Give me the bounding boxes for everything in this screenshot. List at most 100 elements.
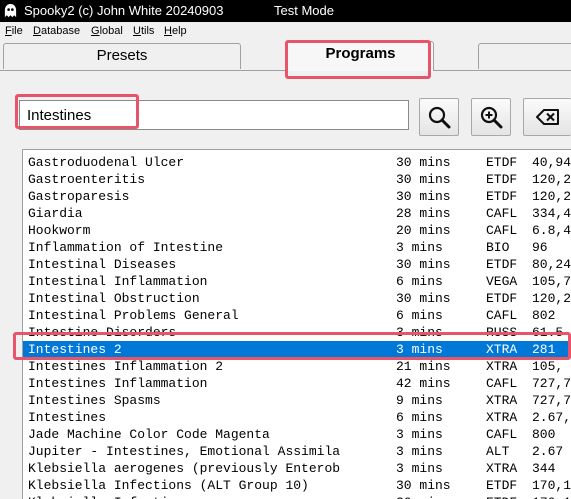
program-row[interactable]: Intestinal Problems General 6 mins CAFL 802 [23,307,571,324]
program-value: 2.67, [532,410,571,425]
title-bar: Spooky2 (c) John White 20240903 Test Mod… [0,0,571,22]
program-duration: 3 mins [396,240,443,255]
program-row[interactable]: Intestines 6 mins XTRA 2.67, [23,409,571,426]
menu-global-rest: lobal [99,25,123,37]
program-name: Jade Machine Color Code Magenta [28,427,270,442]
program-name: Klebsiella aerogenes (previously Enterob [28,461,341,476]
program-name: Hookworm [28,223,91,238]
menu-global-accel: G [91,25,100,37]
program-duration: 3 mins [396,444,443,459]
program-value: 170,1 [532,494,571,499]
menu-database-accel: D [33,25,41,37]
program-type: XTRA [486,342,518,357]
menu-file-rest: ile [11,25,23,37]
program-row[interactable]: Giardia 28 mins CAFL 334,4 [23,205,571,222]
program-duration: 3 mins [396,342,443,357]
program-row[interactable]: Intestines Spasms 9 mins XTRA 727,7 [23,392,571,409]
program-duration: 28 mins [396,206,451,221]
program-type: ETDF [486,257,518,272]
menu-utils[interactable]: Utils [133,25,154,37]
program-value: 105,7 [532,274,571,289]
menu-utils-accel: U [133,25,141,37]
program-duration: 9 mins [396,393,443,408]
program-row[interactable]: Gastroparesis 30 mins ETDF 120,2 [23,188,571,205]
program-duration: 30 mins [396,189,451,204]
program-row[interactable]: Klebsiella aerogenes (previously Enterob… [23,460,571,477]
menu-utils-rest: tils [140,25,155,37]
program-row[interactable]: Gastroenteritis 30 mins ETDF 120,2 [23,171,571,188]
program-duration: 30 mins [396,478,451,493]
program-name: Intestine Disorders [28,325,177,340]
program-name: Intestines 2 [28,342,122,357]
program-duration: 42 mins [396,376,451,391]
program-type: ETDF [486,189,518,204]
program-type: ETDF [486,172,518,187]
program-row[interactable]: Intestine Disorders 3 mins RUSS 61.5 [23,324,571,341]
program-type: ETDF [486,155,518,170]
program-value: 80,24 [532,257,571,272]
program-type: ALT [486,444,510,459]
program-duration: 3 mins [396,461,443,476]
program-row[interactable]: Intestinal Inflammation 6 mins VEGA 105,7 [23,273,571,290]
program-list[interactable]: Gastroduodenal Ulcer 30 mins ETDF 40,94 Gast… [22,149,571,499]
program-row[interactable]: Gastroduodenal Ulcer 30 mins ETDF 40,94 [23,154,571,171]
tab-bar: Presets Programs [0,41,571,71]
program-name: Inflammation of Intestine [28,240,224,255]
program-name: Intestines Spasms [28,393,161,408]
program-value: 120,2 [532,189,571,204]
program-duration: 6 mins [396,308,443,323]
program-duration: 6 mins [396,274,443,289]
program-value: 120,2 [532,291,571,306]
menu-help-rest: elp [171,25,187,37]
program-row[interactable]: Intestinal Obstruction 30 mins ETDF 120,2 [23,290,571,307]
program-row[interactable]: Klebsiella Infections 30 mins ETDF170,1 [23,494,571,499]
menu-file-accel: F [5,25,12,37]
program-row[interactable]: Inflammation of Intestine 3 mins BIO 96 [23,239,571,256]
program-value: 727,7 [532,393,571,408]
program-row[interactable]: Intestinal Diseases 30 mins ETDF 80,24 [23,256,571,273]
program-row[interactable]: Jupiter - Intestines, Emotional Assimila… [23,443,571,460]
program-row[interactable]: Intestines Inflammation 2 21 mins XTRA 105, [23,358,571,375]
search-input[interactable] [19,100,409,130]
program-name: Intestinal Problems General [28,308,239,323]
program-value: 2.67 [532,444,564,459]
program-value: 170,1 [532,478,571,493]
program-row[interactable]: Klebsiella Infections (ALT Group 10) 30 m… [23,477,571,494]
program-name: Intestinal Obstruction [28,291,200,306]
program-duration: 30 mins [396,155,451,170]
program-duration: 3 mins [396,427,443,442]
program-name: Intestines [28,410,107,425]
tab-programs[interactable]: Programs [287,41,434,71]
program-name: Giardia [28,206,83,221]
tab-presets[interactable]: Presets [3,43,241,69]
spooky-app-icon [4,3,17,18]
program-type: ETDF [486,291,518,306]
program-type: VEGA [486,274,518,289]
search-icon [428,106,451,129]
program-duration: 21 mins [396,359,451,374]
program-duration: 30 mins [396,291,451,306]
program-name: Intestines Inflammation 2 [28,359,224,374]
zoom-in-button[interactable] [471,98,511,136]
program-name: Klebsiella Infections (ALT Group 10) [28,478,309,493]
menu-help[interactable]: Help [164,25,187,37]
backspace-icon [535,109,559,125]
menu-global[interactable]: Global [91,25,123,37]
menu-database[interactable]: Database [33,25,80,37]
program-type: XTRA [486,359,518,374]
search-button[interactable] [419,98,459,136]
program-value: 96 [532,240,548,255]
program-row[interactable]: Intestines Inflammation 42 mins CAFL 727,7 [23,375,571,392]
menu-file[interactable]: File [5,25,23,37]
program-row[interactable]: Hookworm 20 mins CAFL 6.8,4 [23,222,571,239]
program-row[interactable]: Intestines 2 3 mins XTRA 281 [23,341,571,358]
program-type: CAFL [486,427,518,442]
program-value: 802 [532,308,556,323]
program-type: CAFL [486,376,518,391]
tab-next[interactable] [478,43,571,69]
program-name: Jupiter - Intestines, Emotional Assimila [28,444,341,459]
program-row[interactable]: Jade Machine Color Code Magenta 3 mins CAF… [23,426,571,443]
program-duration: 30 mins [396,172,451,187]
clear-button[interactable] [523,98,571,136]
program-value: 344 [532,461,556,476]
